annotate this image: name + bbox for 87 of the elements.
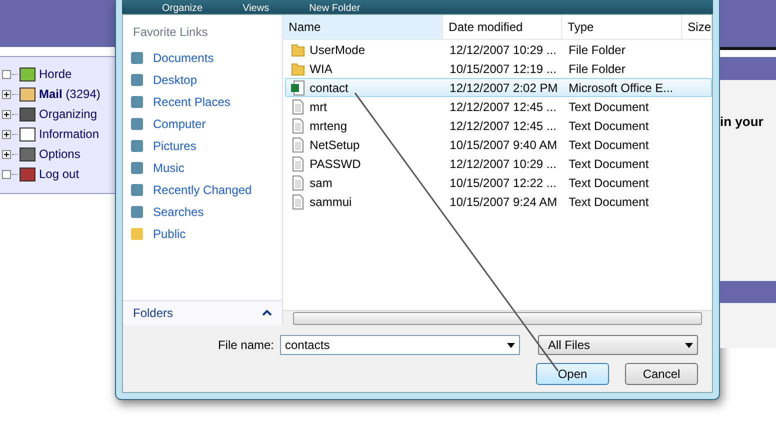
toolbar-button[interactable]: Organize <box>162 3 203 14</box>
file-name: PASSWD <box>310 156 361 170</box>
text-file-icon <box>290 118 306 134</box>
file-row[interactable]: PASSWD 12/12/2007 10:29 ... Text Document <box>284 154 712 173</box>
type-cell-text: Text Document <box>568 156 650 172</box>
toolbar-button[interactable]: New Folder <box>309 3 360 14</box>
page-background <box>720 303 776 348</box>
file-row[interactable]: sammui 10/15/2007 9:24 AM Text Document <box>284 192 712 211</box>
date-cell-text: 10/15/2007 12:22 ... <box>448 174 558 191</box>
open-button[interactable]: Open <box>536 363 609 385</box>
file-name-label: File name: <box>218 338 274 352</box>
column-header[interactable]: Type <box>562 15 682 39</box>
file-row[interactable]: mrteng 12/12/2007 12:45 ... Text Document <box>284 116 712 135</box>
date-cell-text: 12/12/2007 12:45 ... <box>448 118 558 134</box>
expand-icon[interactable] <box>2 130 11 138</box>
file-row[interactable]: NetSetup 10/15/2007 9:40 AM Text Document <box>284 135 712 154</box>
menu-item[interactable]: Information <box>39 127 100 141</box>
menu-item[interactable]: Log out <box>39 167 80 181</box>
file-name: contact <box>310 80 348 94</box>
type-cell-text: File Folder <box>568 60 626 77</box>
file-row[interactable]: mrt 12/12/2007 12:45 ... Text Document <box>284 97 712 116</box>
file-name-field[interactable]: contacts <box>280 335 520 355</box>
file-row[interactable]: contact 12/12/2007 2:02 PM Microsoft Office E... <box>284 78 712 97</box>
file-row[interactable]: WIA 10/15/2007 12:19 ... File Folder <box>284 59 712 78</box>
dropdown-arrow-icon[interactable] <box>507 342 515 348</box>
spreadsheet-icon <box>290 80 306 96</box>
favorite-link[interactable]: Public <box>123 223 282 245</box>
text-file-icon <box>290 136 306 152</box>
file-name: mrteng <box>310 118 348 132</box>
expand-icon[interactable] <box>2 150 11 158</box>
column-header[interactable]: Size <box>682 15 712 39</box>
date-cell-text: 12/12/2007 12:45 ... <box>448 98 558 115</box>
file-name: NetSetup <box>310 138 360 152</box>
cancel-button[interactable]: Cancel <box>625 363 698 385</box>
type-cell-text: Text Document <box>568 136 650 153</box>
collapse-chevron-icon[interactable] <box>262 310 272 316</box>
type-cell-text: Text Document <box>568 174 650 191</box>
file-name: WIA <box>310 62 332 76</box>
menu-item[interactable]: Organizing <box>39 107 98 121</box>
type-cell-text: Microsoft Office E... <box>568 80 674 96</box>
date-cell-text: 12/12/2007 10:29 ... <box>448 42 558 58</box>
folders-label: Folders <box>133 306 174 320</box>
type-cell-text: Text Document <box>568 118 650 134</box>
type-cell-text: Text Document <box>568 98 650 115</box>
header-band <box>720 0 776 47</box>
type-cell-text: Text Document <box>568 194 650 210</box>
file-name: mrt <box>310 100 327 114</box>
text-file-icon <box>290 98 306 114</box>
file-row[interactable]: UserMode 12/12/2007 10:29 ... File Folder <box>284 40 712 59</box>
section-band <box>720 281 776 303</box>
column-header[interactable]: Date modified <box>442 15 562 39</box>
date-cell-text: 10/15/2007 9:24 AM <box>448 194 558 210</box>
date-cell-text: 10/15/2007 9:40 AM <box>448 136 558 153</box>
favorite-link[interactable]: Recently Changed <box>123 179 282 201</box>
file-row[interactable]: sam 10/15/2007 12:22 ... Text Document <box>284 173 712 192</box>
favorite-link[interactable]: Pictures <box>123 135 282 157</box>
text-file-icon <box>290 194 306 210</box>
file-type-dropdown[interactable]: All Files <box>538 335 698 355</box>
date-cell-text: 10/15/2007 12:19 ... <box>448 60 558 77</box>
favorite-links-heading: Favorite Links <box>132 24 209 41</box>
file-name: sam <box>310 176 332 190</box>
text-file-icon <box>290 174 306 190</box>
text-file-icon <box>290 156 306 172</box>
expand-icon[interactable] <box>2 110 11 118</box>
page-text: in your <box>720 80 776 281</box>
menu-item[interactable]: Options <box>39 147 80 161</box>
type-cell-text: File Folder <box>568 42 626 58</box>
menu-item[interactable]: Mail (3294) <box>39 87 100 101</box>
date-cell-text: 12/12/2007 10:29 ... <box>448 156 558 172</box>
title-band <box>720 57 776 80</box>
favorite-link[interactable]: Music <box>123 157 282 179</box>
dropdown-arrow-icon[interactable] <box>685 342 693 348</box>
folders-bar[interactable]: Folders <box>123 300 282 325</box>
expand-icon[interactable] <box>2 90 11 98</box>
column-header[interactable]: Name <box>282 15 443 39</box>
favorite-link[interactable]: Computer <box>123 113 282 135</box>
scrollbar-thumb[interactable] <box>292 312 702 324</box>
date-cell-text: 12/12/2007 2:02 PM <box>448 80 559 96</box>
file-name: UserMode <box>310 42 366 56</box>
favorite-link[interactable]: Searches <box>123 201 282 223</box>
menu-item[interactable]: Horde <box>39 67 72 81</box>
file-name: sammui <box>310 194 352 208</box>
horizontal-scrollbar[interactable] <box>282 310 712 325</box>
favorite-link[interactable]: Desktop <box>123 69 282 91</box>
favorite-link[interactable]: Documents <box>123 47 282 69</box>
favorite-link[interactable]: Recent Places <box>123 91 282 113</box>
toolbar-button[interactable]: Views <box>242 3 270 14</box>
